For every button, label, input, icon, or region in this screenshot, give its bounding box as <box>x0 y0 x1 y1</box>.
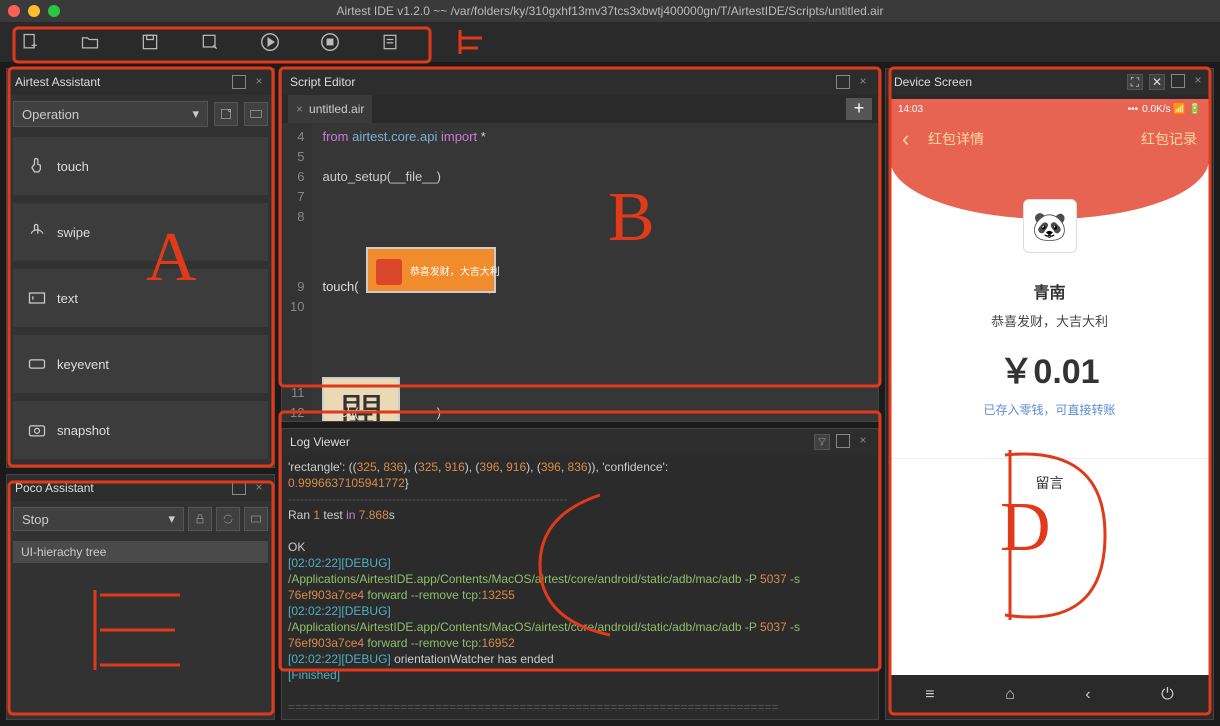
power-icon[interactable]: ⏻ <box>1161 686 1174 704</box>
sender-name: 青南 <box>890 279 1209 303</box>
new-tab-button[interactable]: + <box>846 98 872 120</box>
leave-message[interactable]: 留言 <box>890 458 1209 493</box>
module: airtest.core.api <box>352 129 437 144</box>
close-panel-icon[interactable]: × <box>252 481 266 495</box>
ui-hierarchy-tree[interactable]: UI-hierachy tree <box>13 541 268 563</box>
detach-icon[interactable] <box>232 75 246 89</box>
line-gutter: 45678 910 1112 <box>282 123 312 421</box>
keyword: import <box>441 129 477 144</box>
chevron-down-icon: ▾ <box>168 511 175 527</box>
tools-icon[interactable]: ✕ <box>1149 74 1165 90</box>
snapshot-action-label: snapshot <box>57 423 110 438</box>
code-line: auto_setup(__file__) <box>322 167 868 187</box>
log-viewer-title: Log Viewer <box>290 435 350 449</box>
back-icon[interactable]: ‹ <box>902 126 909 152</box>
log-viewer-panel: Log Viewer × 'rectangle': ((325, 836), (… <box>281 428 879 720</box>
app-nav-bar: ‹ 红包详情 红包记录 <box>890 119 1209 159</box>
airtest-assistant-panel: Airtest Assistant × Operation ▾ touch swi… <box>6 68 275 468</box>
android-nav-bar: ≡ ⌂ ‹ ⏻ <box>890 675 1209 715</box>
poco-mode-select[interactable]: Stop ▾ <box>13 507 184 531</box>
poco-title: Poco Assistant <box>15 481 94 495</box>
touch-action-label: touch <box>57 159 89 174</box>
status-net: 0.0K/s <box>1142 104 1170 115</box>
new-file-icon[interactable] <box>18 31 42 53</box>
phone-status-bar: 14:03 •••0.0K/s 📶 🔋 <box>890 99 1209 119</box>
log-output[interactable]: 'rectangle': ((325, 836), (325, 916), (3… <box>282 455 878 719</box>
airtest-assistant-title: Airtest Assistant <box>15 75 100 89</box>
menu-icon[interactable]: ≡ <box>925 686 934 704</box>
detach-icon[interactable] <box>836 434 850 448</box>
script-editor-panel: Script Editor × × untitled.air + 45678 91… <box>281 68 879 422</box>
keyevent-action-button[interactable]: keyevent <box>13 335 268 393</box>
code-editor[interactable]: 45678 910 1112 from airtest.core.api imp… <box>282 123 878 421</box>
nav-right-link[interactable]: 红包记录 <box>1141 129 1197 149</box>
window-titlebar: Airtest IDE v1.2.0 ~~ /var/folders/ky/31… <box>0 0 1220 22</box>
sender-avatar: 🐼 <box>1023 199 1077 253</box>
detach-icon[interactable] <box>1171 74 1185 88</box>
code-text: * <box>477 129 486 144</box>
aspect-icon[interactable]: ⛶ <box>1127 74 1143 90</box>
editor-tab[interactable]: × untitled.air <box>288 95 372 123</box>
snapshot-action-button[interactable]: snapshot <box>13 401 268 459</box>
open-folder-icon[interactable] <box>78 31 102 53</box>
keyword: from <box>322 129 348 144</box>
poco-record-icon[interactable] <box>244 507 268 531</box>
editor-tab-label: untitled.air <box>309 102 364 116</box>
operation-select[interactable]: Operation ▾ <box>13 101 208 127</box>
device-screen-title: Device Screen <box>894 75 972 89</box>
minimize-window-icon[interactable] <box>28 5 40 17</box>
tab-close-icon[interactable]: × <box>296 102 303 116</box>
function-call: touch( <box>322 279 358 294</box>
back-nav-icon[interactable]: ‹ <box>1085 686 1090 704</box>
save-as-icon[interactable] <box>198 31 222 53</box>
detach-icon[interactable] <box>232 481 246 495</box>
function-call: touch( <box>322 405 358 420</box>
run-icon[interactable] <box>258 31 282 53</box>
refresh-icon[interactable] <box>216 507 240 531</box>
status-time: 14:03 <box>898 104 923 115</box>
capture-icon[interactable] <box>244 102 268 126</box>
chevron-down-icon: ▾ <box>192 106 199 122</box>
keyevent-action-label: keyevent <box>57 357 109 372</box>
text-action-button[interactable]: text <box>13 269 268 327</box>
template-image-redpacket[interactable]: 恭喜发财，大吉大利 <box>366 247 496 293</box>
traffic-lights <box>8 5 60 17</box>
poco-mode-label: Stop <box>22 512 49 527</box>
amount-text: ￥0.01 <box>890 344 1209 393</box>
close-panel-icon[interactable]: × <box>1191 74 1205 88</box>
nav-title: 红包详情 <box>928 129 984 149</box>
main-toolbar <box>0 22 1220 62</box>
device-mirror[interactable]: 14:03 •••0.0K/s 📶 🔋 ‹ 红包详情 红包记录 🐼 青南 恭喜发… <box>890 99 1209 715</box>
script-editor-title: Script Editor <box>290 75 355 89</box>
swipe-action-label: swipe <box>57 225 90 240</box>
home-icon[interactable]: ⌂ <box>1005 686 1015 704</box>
greeting-text: 恭喜发财，大吉大利 <box>890 311 1209 330</box>
lock-icon[interactable] <box>188 507 212 531</box>
stop-icon[interactable] <box>318 31 342 53</box>
text-action-label: text <box>57 291 78 306</box>
template-text: 恭喜发财，大吉大利 <box>410 263 500 283</box>
device-screen-panel: Device Screen ⛶ ✕ × 14:03 •••0.0K/s 📶 🔋 … <box>885 68 1214 720</box>
poco-assistant-panel: Poco Assistant × Stop ▾ UI-hierachy tree <box>6 474 275 720</box>
zoom-window-icon[interactable] <box>48 5 60 17</box>
close-panel-icon[interactable]: × <box>856 75 870 89</box>
record-icon[interactable] <box>214 102 238 126</box>
filter-icon[interactable] <box>814 434 830 450</box>
close-panel-icon[interactable]: × <box>252 75 266 89</box>
swipe-action-button[interactable]: swipe <box>13 203 268 261</box>
touch-action-button[interactable]: touch <box>13 137 268 195</box>
log-report-icon[interactable] <box>378 31 402 53</box>
close-panel-icon[interactable]: × <box>856 434 870 448</box>
operation-select-label: Operation <box>22 107 79 122</box>
close-window-icon[interactable] <box>8 5 20 17</box>
save-icon[interactable] <box>138 31 162 53</box>
detach-icon[interactable] <box>836 75 850 89</box>
window-title: Airtest IDE v1.2.0 ~~ /var/folders/ky/31… <box>337 4 884 18</box>
balance-note[interactable]: 已存入零钱，可直接转账 <box>890 401 1209 418</box>
